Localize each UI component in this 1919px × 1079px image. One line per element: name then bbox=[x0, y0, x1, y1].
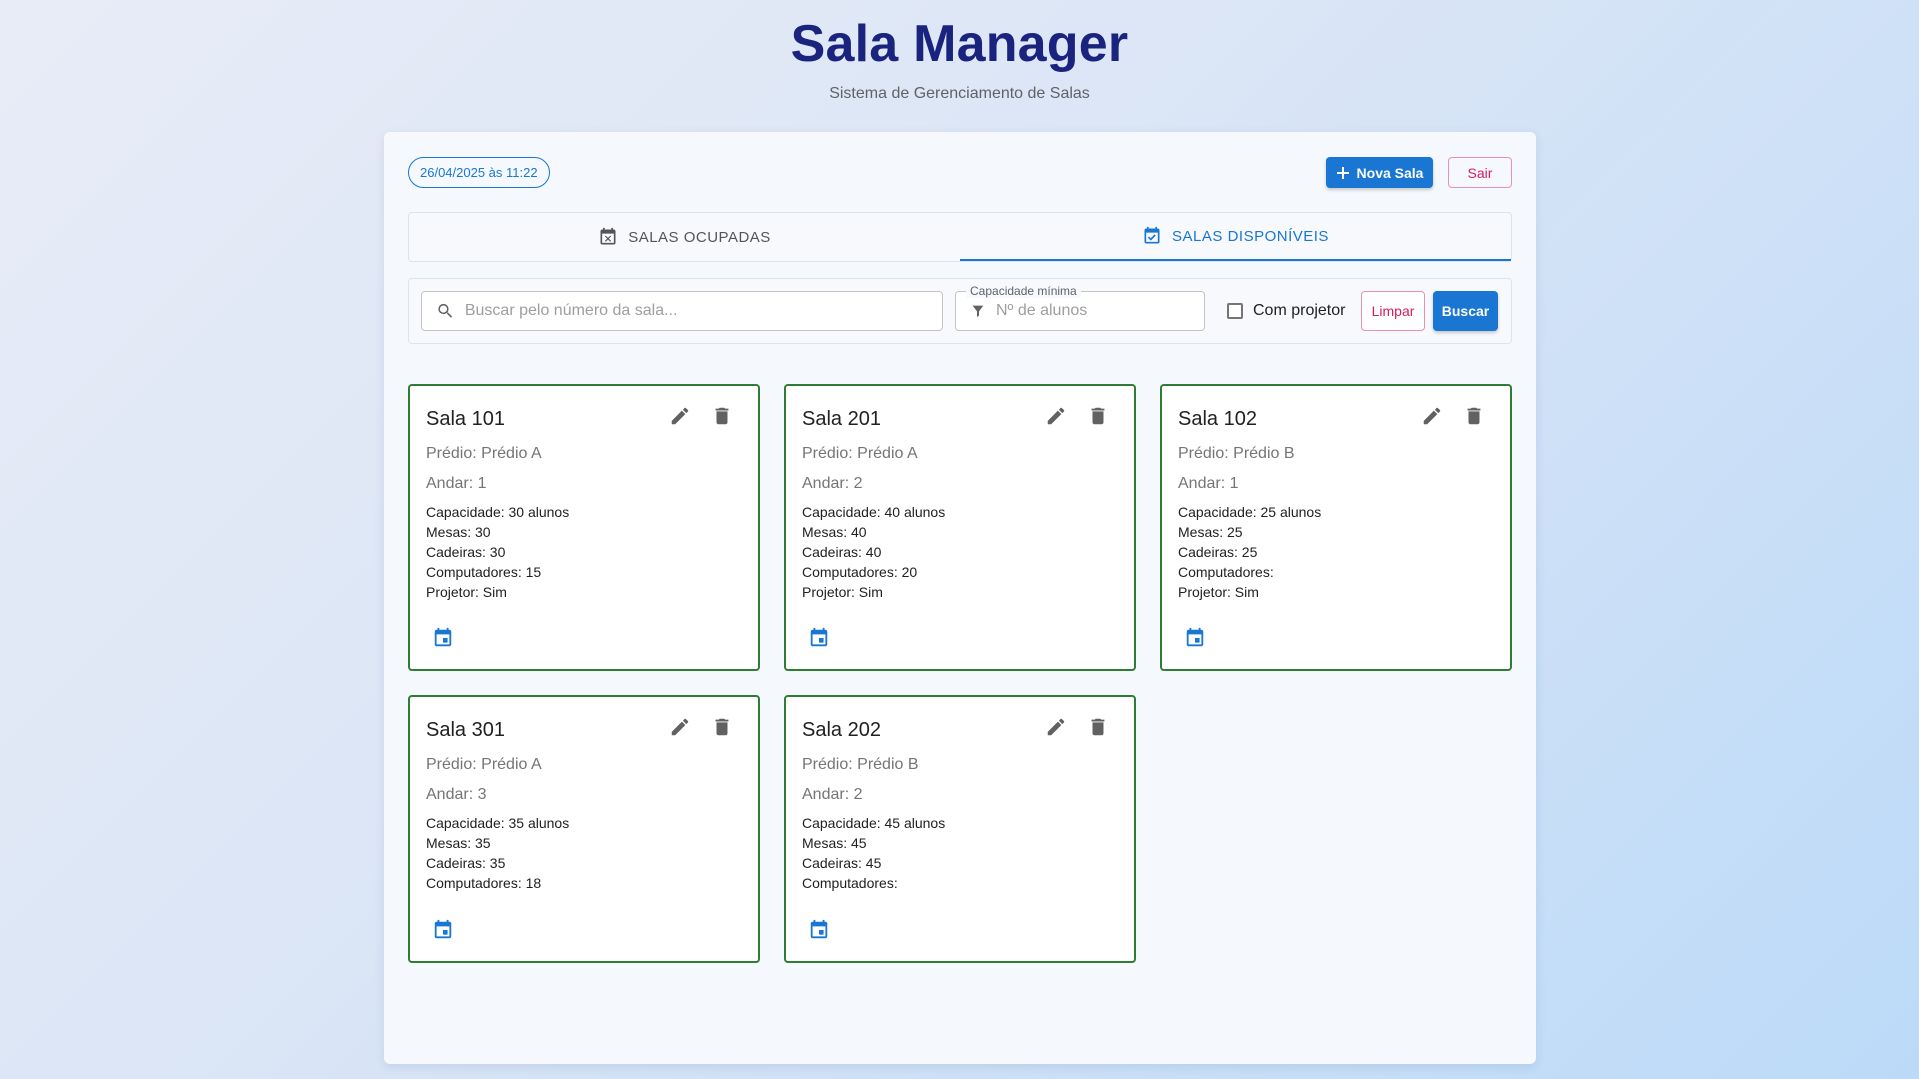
app-header: Sala Manager Sistema de Gerenciamento de… bbox=[0, 0, 1919, 103]
delete-icon[interactable] bbox=[1086, 404, 1110, 428]
room-tables: Mesas: 40 bbox=[802, 524, 867, 540]
room-capacity: Capacidade: 35 alunos bbox=[426, 815, 570, 831]
tab-label: SALAS OCUPADAS bbox=[628, 228, 771, 246]
tabs: SALAS OCUPADAS SALAS DISPONÍVEIS bbox=[408, 212, 1512, 262]
tab-occupied-rooms[interactable]: SALAS OCUPADAS bbox=[409, 213, 960, 261]
checkbox-box[interactable] bbox=[1227, 303, 1243, 319]
room-details: Capacidade: 40 alunos Mesas: 40 Cadeiras… bbox=[802, 502, 1118, 602]
room-computers: Computadores: 18 bbox=[426, 875, 542, 891]
room-chairs: Cadeiras: 25 bbox=[1178, 544, 1258, 560]
calendar-icon[interactable] bbox=[1182, 625, 1208, 651]
room-computers: Computadores: bbox=[1178, 564, 1274, 580]
edit-icon[interactable] bbox=[1044, 715, 1068, 739]
room-capacity: Capacidade: 30 alunos bbox=[426, 504, 570, 520]
room-card: Sala 201 Prédio: Prédio A Andar: 2 Capac… bbox=[784, 384, 1136, 671]
room-floor: Andar: 2 bbox=[802, 786, 863, 803]
card-actions bbox=[1420, 404, 1486, 428]
room-building: Prédio: Prédio A bbox=[802, 445, 918, 462]
calendar-icon[interactable] bbox=[806, 917, 832, 943]
room-details: Capacidade: 35 alunos Mesas: 35 Cadeiras… bbox=[426, 813, 742, 893]
calendar-icon[interactable] bbox=[430, 625, 456, 651]
search-field[interactable] bbox=[421, 291, 943, 331]
room-capacity: Capacidade: 40 alunos bbox=[802, 504, 946, 520]
room-card: Sala 101 Prédio: Prédio A Andar: 1 Capac… bbox=[408, 384, 760, 671]
delete-icon[interactable] bbox=[710, 404, 734, 428]
rooms-grid: Sala 101 Prédio: Prédio A Andar: 1 Capac… bbox=[408, 384, 1512, 963]
projector-checkbox[interactable]: Com projetor bbox=[1227, 291, 1345, 331]
plus-icon bbox=[1336, 166, 1349, 179]
room-tables: Mesas: 45 bbox=[802, 835, 867, 851]
room-projector: Projetor: Sim bbox=[1178, 584, 1259, 600]
app-title: Sala Manager bbox=[790, 15, 1129, 73]
card-actions bbox=[668, 404, 734, 428]
room-floor: Andar: 2 bbox=[802, 475, 863, 492]
room-projector: Projetor: Sim bbox=[802, 584, 883, 600]
calendar-check-icon bbox=[1144, 226, 1160, 244]
search-input[interactable] bbox=[464, 302, 942, 320]
room-building: Prédio: Prédio B bbox=[1178, 445, 1295, 462]
room-computers: Computadores: 15 bbox=[426, 564, 542, 580]
room-tables: Mesas: 25 bbox=[1178, 524, 1243, 540]
room-card: Sala 301 Prédio: Prédio A Andar: 3 Capac… bbox=[408, 695, 760, 963]
toolbar: 26/04/2025 às 11:22 Nova Sala Sair bbox=[408, 157, 1512, 188]
room-chairs: Cadeiras: 45 bbox=[802, 855, 882, 871]
capacity-input[interactable] bbox=[996, 302, 1204, 320]
capacity-label: Capacidade mínima bbox=[966, 284, 1081, 298]
datetime-chip: 26/04/2025 às 11:22 bbox=[408, 157, 550, 188]
projector-label: Com projetor bbox=[1253, 302, 1346, 319]
capacity-field[interactable]: Capacidade mínima bbox=[955, 284, 1205, 331]
room-details: Capacidade: 25 alunos Mesas: 25 Cadeiras… bbox=[1178, 502, 1494, 602]
room-capacity: Capacidade: 45 alunos bbox=[802, 815, 946, 831]
room-projector: Projetor: Sim bbox=[426, 584, 507, 600]
delete-icon[interactable] bbox=[710, 715, 734, 739]
room-details: Capacidade: 30 alunos Mesas: 30 Cadeiras… bbox=[426, 502, 742, 602]
tab-available-rooms[interactable]: SALAS DISPONÍVEIS bbox=[960, 213, 1511, 261]
exit-button[interactable]: Sair bbox=[1448, 157, 1512, 188]
delete-icon[interactable] bbox=[1086, 715, 1110, 739]
room-chairs: Cadeiras: 40 bbox=[802, 544, 882, 560]
room-computers: Computadores: 20 bbox=[802, 564, 918, 580]
calendar-icon[interactable] bbox=[806, 625, 832, 651]
room-computers: Computadores: bbox=[802, 875, 898, 891]
clear-button[interactable]: Limpar bbox=[1361, 291, 1425, 331]
room-details: Capacidade: 45 alunos Mesas: 45 Cadeiras… bbox=[802, 813, 1118, 893]
edit-icon[interactable] bbox=[668, 404, 692, 428]
room-capacity: Capacidade: 25 alunos bbox=[1178, 504, 1322, 520]
room-floor: Andar: 3 bbox=[426, 786, 487, 803]
edit-icon[interactable] bbox=[668, 715, 692, 739]
delete-icon[interactable] bbox=[1462, 404, 1486, 428]
room-chairs: Cadeiras: 30 bbox=[426, 544, 506, 560]
room-chairs: Cadeiras: 35 bbox=[426, 855, 506, 871]
tab-label: SALAS DISPONÍVEIS bbox=[1172, 227, 1329, 245]
room-building: Prédio: Prédio B bbox=[802, 756, 919, 773]
room-tables: Mesas: 30 bbox=[426, 524, 491, 540]
room-tables: Mesas: 35 bbox=[426, 835, 491, 851]
room-floor: Andar: 1 bbox=[426, 475, 487, 492]
app-subtitle: Sistema de Gerenciamento de Salas bbox=[829, 85, 1090, 102]
calendar-x-icon bbox=[600, 227, 616, 245]
edit-icon[interactable] bbox=[1420, 404, 1444, 428]
room-floor: Andar: 1 bbox=[1178, 475, 1239, 492]
edit-icon[interactable] bbox=[1044, 404, 1068, 428]
main-panel: 26/04/2025 às 11:22 Nova Sala Sair SALAS… bbox=[384, 132, 1536, 1064]
room-building: Prédio: Prédio A bbox=[426, 756, 542, 773]
calendar-icon[interactable] bbox=[430, 917, 456, 943]
room-card: Sala 102 Prédio: Prédio B Andar: 1 Capac… bbox=[1160, 384, 1512, 671]
filter-icon bbox=[972, 305, 984, 317]
filter-bar: Capacidade mínima Com projetor Limpar Bu… bbox=[408, 278, 1512, 344]
new-room-label: Nova Sala bbox=[1356, 164, 1424, 181]
search-icon bbox=[438, 303, 453, 318]
card-actions bbox=[668, 715, 734, 739]
card-actions bbox=[1044, 404, 1110, 428]
room-building: Prédio: Prédio A bbox=[426, 445, 542, 462]
card-actions bbox=[1044, 715, 1110, 739]
search-button[interactable]: Buscar bbox=[1433, 291, 1498, 331]
room-card: Sala 202 Prédio: Prédio B Andar: 2 Capac… bbox=[784, 695, 1136, 963]
new-room-button[interactable]: Nova Sala bbox=[1326, 157, 1433, 188]
